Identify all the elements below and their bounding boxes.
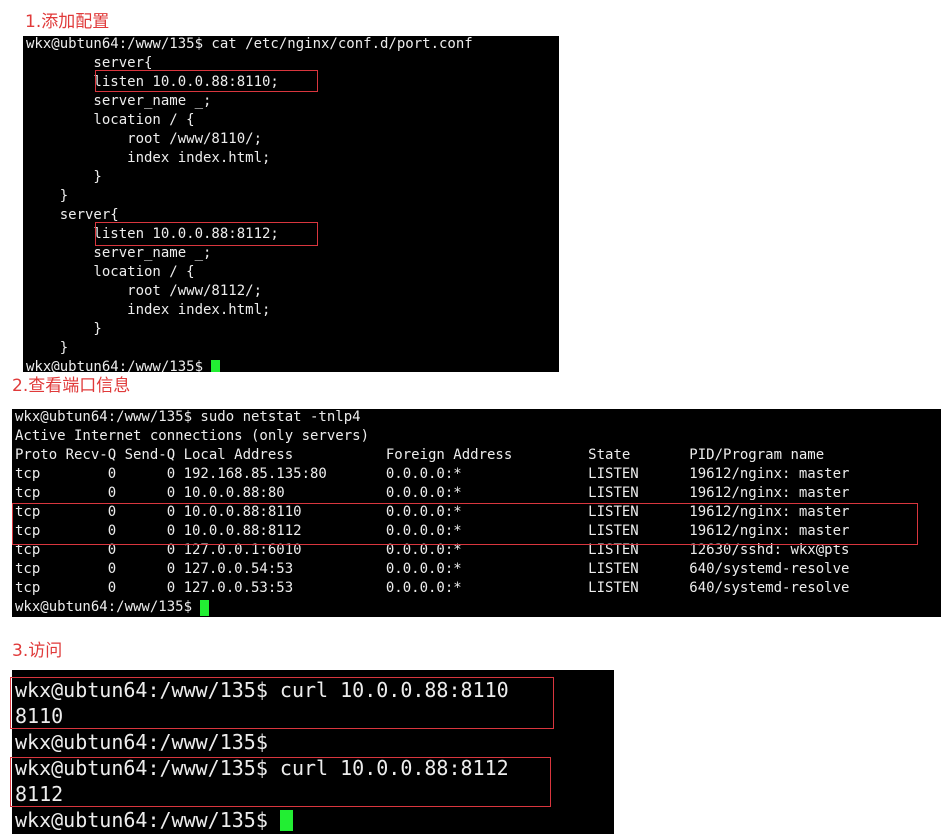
terminal-line: 8112	[15, 782, 64, 806]
terminal-prompt-line: wkx@ubtun64:/www/135$	[12, 807, 293, 833]
terminal-line: }	[26, 169, 102, 185]
cursor-block	[211, 360, 221, 372]
terminal-line: index index.html;	[26, 150, 271, 166]
terminal-line: }	[26, 321, 102, 337]
netstat-terminal[interactable]: wkx@ubtun64:/www/135$ sudo netstat -tnlp…	[12, 409, 941, 617]
terminal-line: index index.html;	[26, 302, 271, 318]
terminal-line: wkx@ubtun64:/www/135$ curl 10.0.0.88:811…	[15, 678, 509, 702]
terminal-line: server_name _;	[26, 245, 212, 261]
table-row: tcp 0 0 10.0.0.88:80 0.0.0.0:* LISTEN 19…	[15, 485, 850, 501]
terminal-line: wkx@ubtun64:/www/135$ sudo netstat -tnlp…	[15, 409, 361, 425]
config-terminal[interactable]: wkx@ubtun64:/www/135$ cat /etc/nginx/con…	[23, 36, 559, 372]
curl-terminal[interactable]: wkx@ubtun64:/www/135$ curl 10.0.0.88:811…	[12, 670, 614, 834]
terminal-prompt-line: wkx@ubtun64:/www/135$	[23, 358, 221, 372]
terminal-line: server_name _;	[26, 93, 212, 109]
table-row: tcp 0 0 127.0.0.1:6010 0.0.0.0:* LISTEN …	[15, 542, 850, 558]
terminal-line: wkx@ubtun64:/www/135$	[15, 730, 268, 754]
terminal-line: location / {	[26, 112, 195, 128]
table-row: tcp 0 0 127.0.0.54:53 0.0.0.0:* LISTEN 6…	[15, 561, 850, 577]
step3-heading: 3.访问	[12, 641, 63, 661]
step1-heading: 1.添加配置	[25, 12, 110, 32]
terminal-prompt: wkx@ubtun64:/www/135$	[26, 359, 212, 372]
table-row: tcp 0 0 10.0.0.88:8110 0.0.0.0:* LISTEN …	[15, 504, 850, 520]
terminal-line: root /www/8110/;	[26, 131, 263, 147]
table-row: tcp 0 0 10.0.0.88:8112 0.0.0.0:* LISTEN …	[15, 523, 850, 539]
terminal-line: root /www/8112/;	[26, 283, 263, 299]
terminal-line: }	[26, 188, 69, 204]
terminal-prompt: wkx@ubtun64:/www/135$	[15, 808, 280, 832]
terminal-line: wkx@ubtun64:/www/135$ curl 10.0.0.88:811…	[15, 756, 509, 780]
terminal-line: listen 10.0.0.88:8112;	[26, 226, 279, 242]
terminal-line: server{	[26, 55, 153, 71]
terminal-line: }	[26, 340, 69, 356]
table-row: tcp 0 0 192.168.85.135:80 0.0.0.0:* LIST…	[15, 466, 850, 482]
terminal-line: listen 10.0.0.88:8110;	[26, 74, 279, 90]
step2-heading: 2.查看端口信息	[12, 376, 131, 396]
cursor-block	[279, 810, 293, 831]
terminal-line: wkx@ubtun64:/www/135$ cat /etc/nginx/con…	[26, 36, 473, 52]
table-row: tcp 0 0 127.0.0.53:53 0.0.0.0:* LISTEN 6…	[15, 580, 850, 596]
terminal-line: server{	[26, 207, 119, 223]
terminal-line: 8110	[15, 704, 64, 728]
table-header: Proto Recv-Q Send-Q Local Address Foreig…	[15, 447, 825, 463]
terminal-line: Active Internet connections (only server…	[15, 428, 370, 444]
cursor-block	[200, 600, 210, 616]
terminal-prompt: wkx@ubtun64:/www/135$	[15, 599, 201, 615]
terminal-line: location / {	[26, 264, 195, 280]
terminal-prompt-line: wkx@ubtun64:/www/135$	[12, 598, 210, 617]
